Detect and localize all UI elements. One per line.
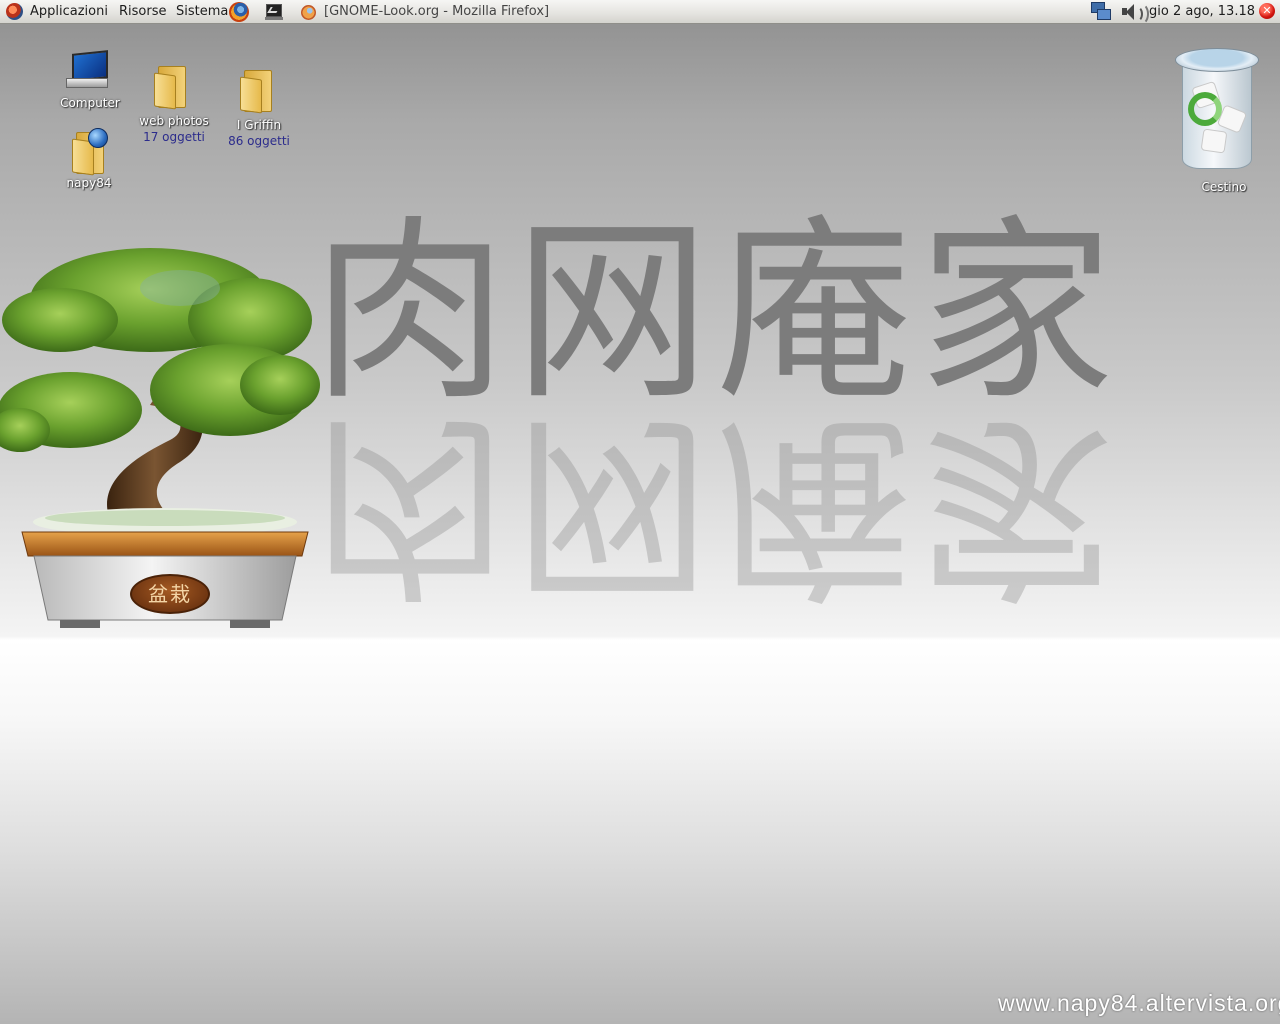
top-panel: Applicazioni Risorse Sistema [GNOME-Look… <box>0 0 1280 25</box>
desktop-icon-label: Computer <box>60 96 120 110</box>
taskbar-button-firefox[interactable]: [GNOME-Look.org - Mozilla Firefox] <box>296 0 816 23</box>
firefox-window-icon <box>301 5 316 20</box>
folder-icon <box>240 70 274 114</box>
trash-icon <box>1172 48 1260 176</box>
taskbar-window-title: [GNOME-Look.org - Mozilla Firefox] <box>324 4 550 19</box>
desktop-icon-trash[interactable]: Cestino <box>1172 48 1276 198</box>
desktop-icon-griffin[interactable]: I Griffin 86 oggetti <box>220 68 298 152</box>
desktop-icon-count: 86 oggetti <box>228 134 290 148</box>
menu-sistema[interactable]: Sistema <box>176 0 228 23</box>
clock[interactable]: gio 2 ago, 13.18 <box>1149 0 1255 23</box>
globe-icon <box>88 128 108 148</box>
network-icon[interactable] <box>1091 2 1111 21</box>
desktop-icon-home[interactable]: napy84 <box>60 128 118 194</box>
desktop-icon-label: I Griffin <box>236 118 282 132</box>
desktop-icon-computer[interactable]: Computer <box>56 50 124 112</box>
volume-icon[interactable] <box>1121 3 1149 25</box>
wallpaper-url: www.napy84.altervista.org <box>998 990 1280 1016</box>
home-folder-icon <box>72 128 108 176</box>
computer-icon <box>66 50 110 90</box>
gnome-foot-icon[interactable] <box>6 3 23 20</box>
desktop-icon-label: Cestino <box>1201 180 1247 194</box>
desktop-icon-label: web photos <box>139 114 209 128</box>
bonsai-pot-label: 盆栽 <box>130 574 210 614</box>
desktop-icon-count: 17 oggetti <box>143 130 205 144</box>
menu-risorse[interactable]: Risorse <box>119 0 167 23</box>
menu-applicazioni[interactable]: Applicazioni <box>30 0 108 23</box>
folder-icon <box>154 66 188 110</box>
firefox-launcher-icon[interactable] <box>229 2 249 22</box>
terminal-launcher-icon[interactable] <box>265 4 283 20</box>
wallpaper-hanzi-reflection: 肉网庵家 <box>312 391 1121 619</box>
close-icon[interactable]: ✕ <box>1259 3 1275 19</box>
desktop-icon-label: napy84 <box>66 176 112 190</box>
desktop-icon-web-photos[interactable]: web photos 17 oggetti <box>132 64 216 148</box>
